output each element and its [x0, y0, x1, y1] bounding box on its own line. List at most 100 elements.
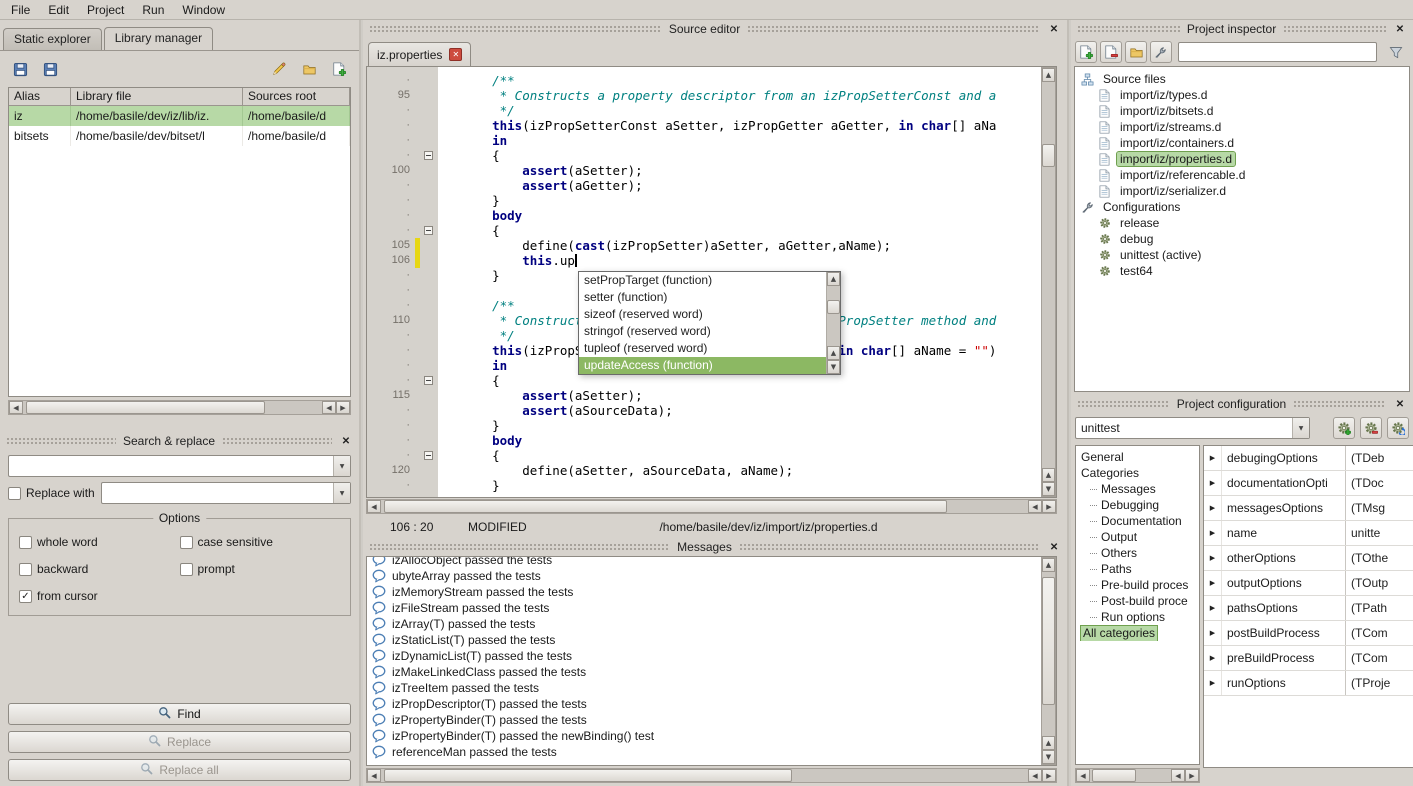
add-config-button[interactable] [1333, 417, 1355, 439]
menu-item-edit[interactable]: Edit [39, 1, 78, 19]
property-row-prebuildprocess[interactable]: ▶preBuildProcess(TCom [1204, 646, 1413, 671]
message-item[interactable]: izMakeLinkedClass passed the tests [367, 664, 1041, 680]
expand-arrow-icon[interactable]: ▶ [1204, 471, 1222, 495]
fold-margin[interactable] [420, 463, 438, 478]
checkbox-from-cursor[interactable]: ✓from cursor [19, 589, 180, 603]
fold-margin[interactable] [420, 448, 438, 463]
config-item-test64[interactable]: test64 [1075, 263, 1409, 279]
save-library-list-button[interactable] [38, 57, 62, 81]
editor-vscrollbar-thumb[interactable] [1042, 144, 1055, 167]
project-inspector-titlebar[interactable]: Project inspector ✕ [1071, 20, 1413, 38]
menu-item-run[interactable]: Run [133, 1, 173, 19]
categories-hscrollbar[interactable]: ◀◀▶ [1075, 768, 1200, 783]
dropdown-arrow-icon[interactable]: ▼ [333, 483, 350, 503]
categories-hscrollbar-right-arrow-icon[interactable]: ▶ [1185, 769, 1199, 782]
property-row-debugingoptions[interactable]: ▶debugingOptions(TDeb [1204, 446, 1413, 471]
messages-vscrollbar-down-arrow-icon[interactable]: ▼ [1042, 750, 1055, 764]
open-folder-button[interactable] [1125, 41, 1147, 63]
property-row-otheroptions[interactable]: ▶otherOptions(TOthe [1204, 546, 1413, 571]
messages-vscrollbar-track[interactable] [1042, 572, 1055, 736]
message-item[interactable]: izPropDescriptor(T) passed the tests [367, 696, 1041, 712]
message-item[interactable]: referenceMan passed the tests [367, 744, 1041, 760]
property-row-postbuildprocess[interactable]: ▶postBuildProcess(TCom [1204, 621, 1413, 646]
fold-margin[interactable] [420, 328, 438, 343]
tree-item-import-iz-serializer-d[interactable]: import/iz/serializer.d [1075, 183, 1409, 199]
replace-term-combo[interactable]: ▼ [101, 482, 351, 504]
property-row-outputoptions[interactable]: ▶outputOptions(TOutp [1204, 571, 1413, 596]
fold-collapse-icon[interactable] [424, 226, 433, 235]
property-row-messagesoptions[interactable]: ▶messagesOptions(TMsg [1204, 496, 1413, 521]
editor-tab-close-button[interactable]: ✕ [449, 48, 462, 61]
find-button[interactable]: Find [8, 703, 351, 725]
tree-item-import-iz-types-d[interactable]: import/iz/types.d [1075, 87, 1409, 103]
categories-hscrollbar-left-arrow-icon[interactable]: ◀ [1076, 769, 1090, 782]
library-hscrollbar-left-arrow-icon[interactable]: ◀ [9, 401, 23, 414]
library-column-sources-root[interactable]: Sources root [243, 88, 350, 106]
category-item-general[interactable]: General [1076, 449, 1199, 465]
fold-margin[interactable] [420, 193, 438, 208]
messages-close-button[interactable]: ✕ [1047, 542, 1061, 553]
remove-source-button[interactable] [1100, 41, 1122, 63]
checkbox-prompt[interactable]: prompt [180, 562, 341, 576]
message-item[interactable]: izMemoryStream passed the tests [367, 584, 1041, 600]
messages-vscrollbar[interactable]: ▲▲▼ [1041, 557, 1056, 765]
expand-arrow-icon[interactable]: ▶ [1204, 621, 1222, 645]
property-row-runoptions[interactable]: ▶runOptions(TProje [1204, 671, 1413, 696]
editor-hscrollbar-track[interactable] [381, 500, 1028, 513]
checkbox-backward[interactable]: backward [19, 562, 180, 576]
search-replace-titlebar[interactable]: Search & replace ✕ [0, 432, 359, 450]
fold-margin[interactable] [420, 208, 438, 223]
fold-margin[interactable] [420, 358, 438, 373]
configuration-combo[interactable]: unittest ▼ [1075, 417, 1310, 439]
replace-all-button[interactable]: Replace all [8, 759, 351, 781]
fold-margin[interactable] [420, 238, 438, 253]
inspector-filter-input[interactable] [1178, 42, 1377, 62]
source-editor-titlebar[interactable]: Source editor ✕ [363, 20, 1067, 38]
search-term-input[interactable] [9, 456, 333, 476]
fold-margin[interactable] [420, 253, 438, 268]
library-hscrollbar-left-arrow-icon-2[interactable]: ◀ [322, 401, 336, 414]
expand-arrow-icon[interactable]: ▶ [1204, 446, 1222, 470]
completion-scrollbar-track[interactable] [827, 286, 840, 346]
fold-margin[interactable] [420, 313, 438, 328]
library-hscrollbar-track[interactable] [23, 401, 322, 414]
editor-vscrollbar-up-arrow-icon[interactable]: ▲ [1042, 68, 1055, 82]
category-item-messages[interactable]: Messages [1076, 481, 1199, 497]
tree-item-import-iz-streams-d[interactable]: import/iz/streams.d [1075, 119, 1409, 135]
edit-alias-button[interactable] [267, 57, 291, 81]
tree-item-import-iz-containers-d[interactable]: import/iz/containers.d [1075, 135, 1409, 151]
tree-node-configurations[interactable]: Configurations [1075, 199, 1409, 215]
library-hscrollbar-right-arrow-icon[interactable]: ▶ [336, 401, 350, 414]
fold-margin[interactable] [420, 388, 438, 403]
search-panel-close-button[interactable]: ✕ [339, 436, 353, 447]
editor-hscrollbar-left-arrow-icon[interactable]: ◀ [367, 500, 381, 513]
property-row-documentationopti[interactable]: ▶documentationOpti(TDoc [1204, 471, 1413, 496]
category-item-debugging[interactable]: Debugging [1076, 497, 1199, 513]
library-column-alias[interactable]: Alias [9, 88, 71, 106]
library-hscrollbar-thumb[interactable] [26, 401, 265, 414]
messages-vscrollbar-thumb[interactable] [1042, 577, 1055, 705]
select-library-file-button[interactable] [297, 57, 321, 81]
messages-hscrollbar-left-arrow-icon[interactable]: ◀ [367, 769, 381, 782]
fold-margin[interactable] [420, 418, 438, 433]
fold-margin[interactable] [420, 133, 438, 148]
library-column-library-file[interactable]: Library file [71, 88, 243, 106]
editor-hscrollbar[interactable]: ◀◀▶ [366, 499, 1057, 514]
completion-item-selected[interactable]: updateAccess (function) [579, 357, 826, 374]
menu-item-file[interactable]: File [2, 1, 39, 19]
tree-item-import-iz-referencable-d[interactable]: import/iz/referencable.d [1075, 167, 1409, 183]
fold-margin[interactable] [420, 343, 438, 358]
fold-margin[interactable] [420, 88, 438, 103]
messages-hscrollbar-right-arrow-icon[interactable]: ▶ [1042, 769, 1056, 782]
library-row-iz[interactable]: iz/home/basile/dev/iz/lib/iz./home/basil… [9, 106, 350, 126]
editor-tab-iz-properties[interactable]: iz.properties ✕ [368, 42, 471, 66]
category-item-all-categories[interactable]: All categories [1076, 625, 1199, 641]
messages-hscrollbar[interactable]: ◀◀▶ [366, 768, 1057, 783]
fold-margin[interactable] [420, 478, 438, 493]
completion-scrollbar-up-arrow-icon-2[interactable]: ▲ [827, 346, 840, 360]
replace-term-input[interactable] [102, 483, 333, 503]
completion-scrollbar-thumb[interactable] [827, 300, 840, 313]
project-settings-button[interactable] [1150, 41, 1172, 63]
category-item-pre-build-proces[interactable]: Pre-build proces [1076, 577, 1199, 593]
code-editor[interactable]: · /**95 * Constructs a property descript… [366, 66, 1057, 498]
